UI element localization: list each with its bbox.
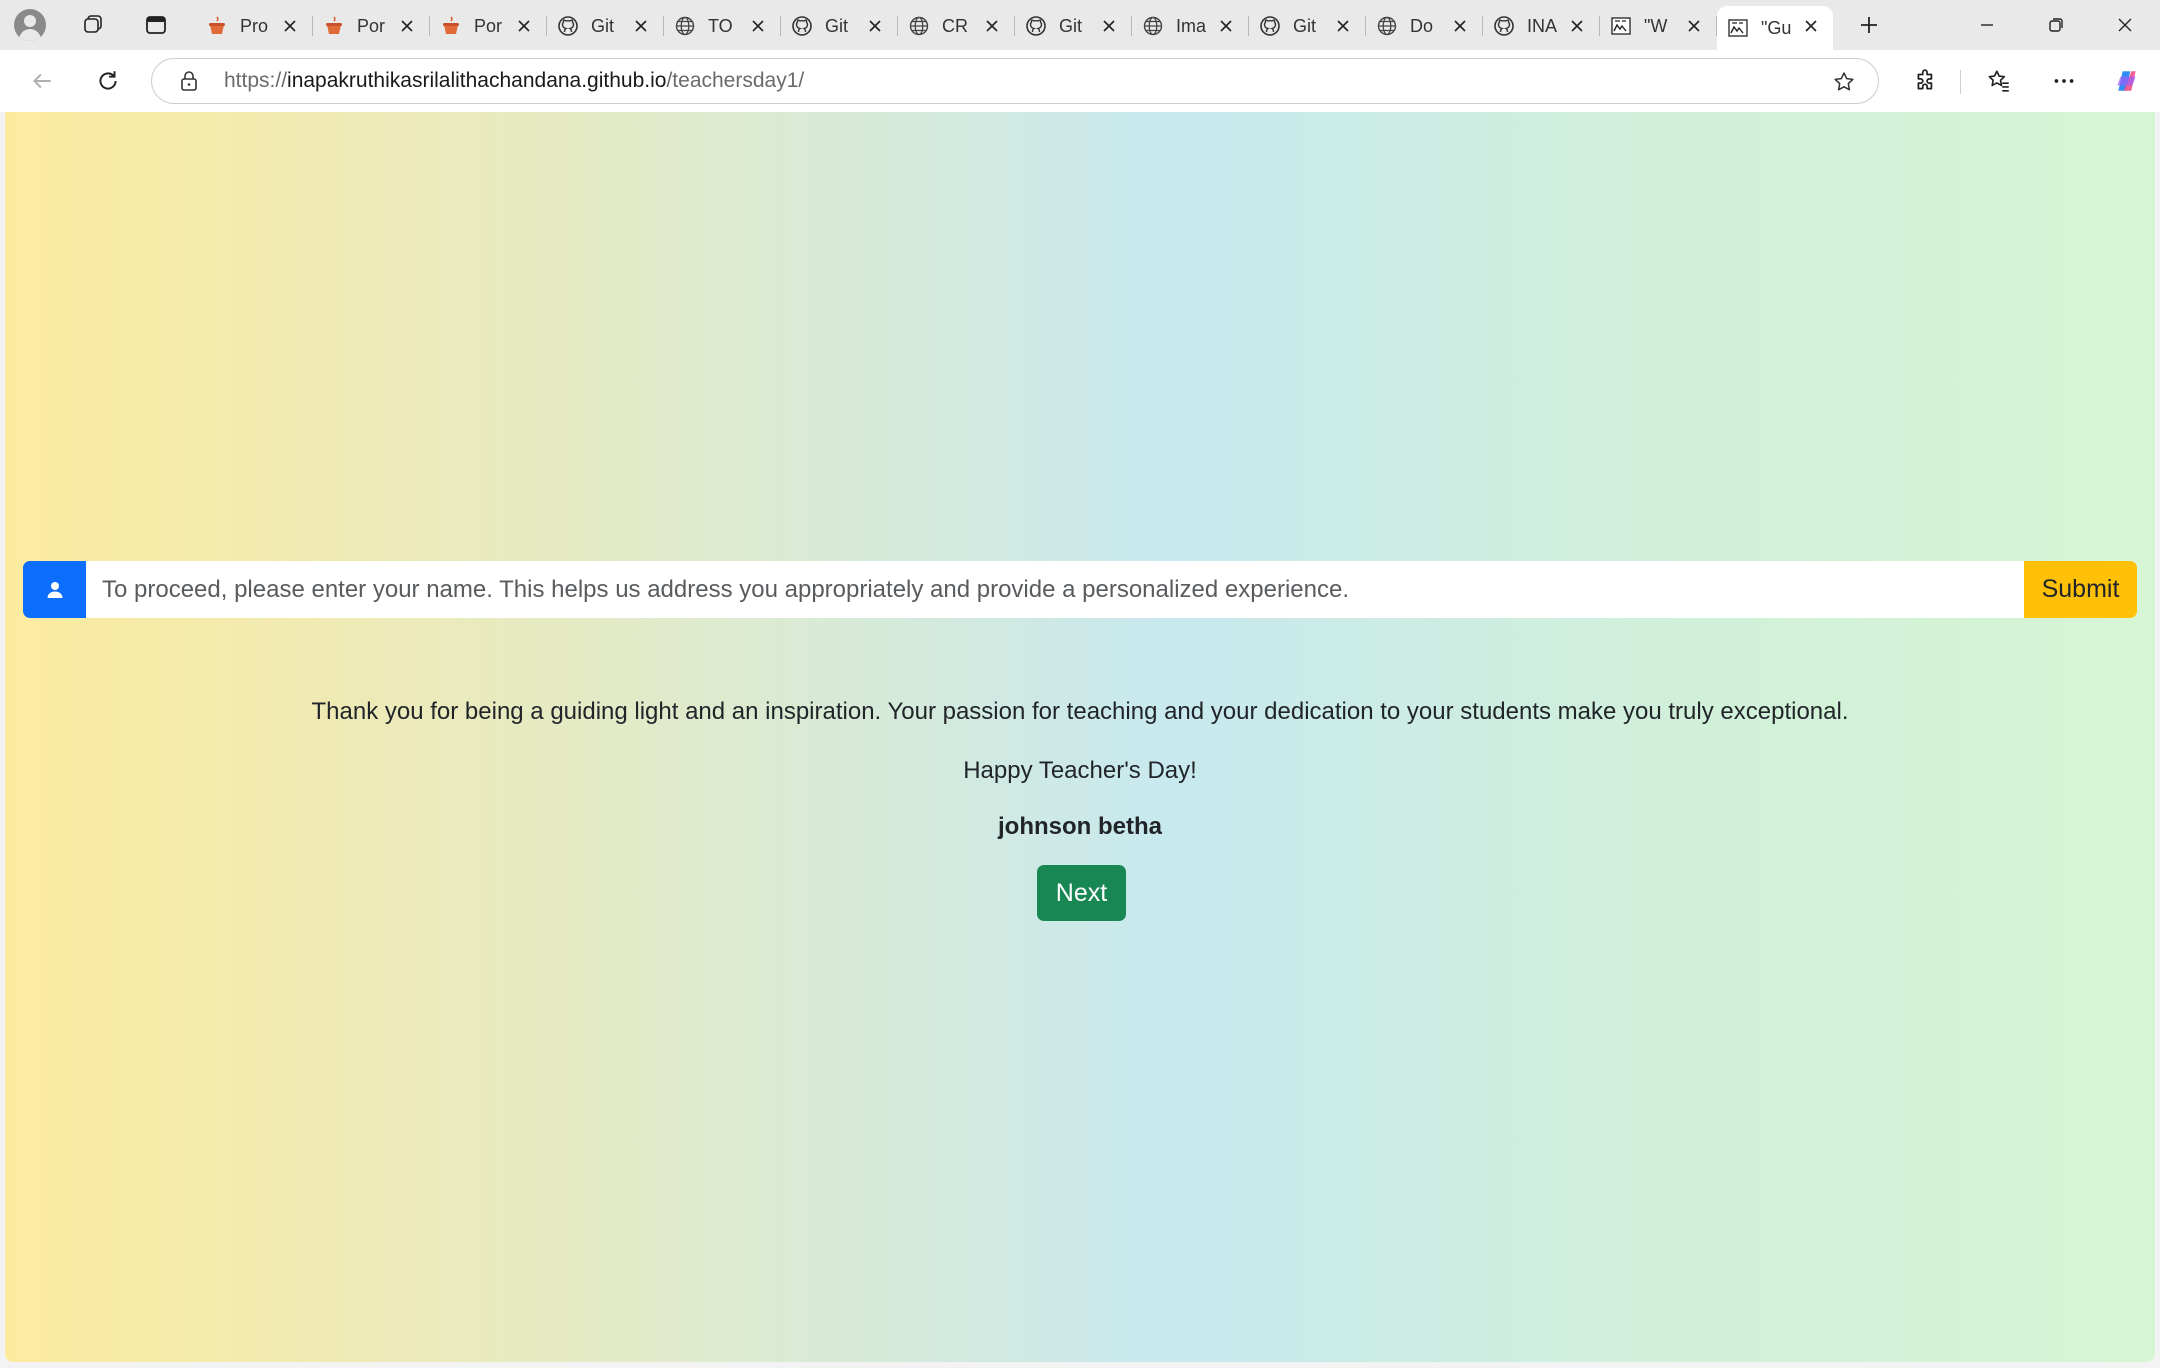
address-bar[interactable]: https://inapakruthikasrilalithachandana.…: [151, 58, 1879, 104]
tab-label: Git: [591, 15, 615, 36]
pot-icon: [323, 15, 345, 37]
browser-tab[interactable]: Git: [781, 6, 898, 46]
globe-icon: [908, 15, 930, 37]
tab-label: Por: [474, 15, 503, 36]
browser-tab[interactable]: Git: [1249, 6, 1366, 46]
thank-you-message: Thank you for being a guiding light and …: [311, 698, 1849, 725]
close-tab-icon[interactable]: [280, 16, 300, 36]
vertical-tabs-icon[interactable]: [141, 10, 171, 40]
close-tab-icon[interactable]: [865, 16, 885, 36]
lock-icon[interactable]: [178, 70, 200, 92]
close-tab-icon[interactable]: [1684, 16, 1704, 36]
teacher-name: johnson betha: [998, 813, 1162, 840]
browser-tab[interactable]: INA: [1483, 6, 1600, 46]
github-icon: [791, 15, 813, 37]
new-tab-button[interactable]: [1854, 10, 1884, 40]
refresh-icon[interactable]: [92, 65, 124, 97]
page-viewport: Submit Thank you for being a guiding lig…: [5, 112, 2155, 1362]
close-tab-icon[interactable]: [748, 16, 768, 36]
tab-list: Pro Por Por Git TO Git CR Git Ima Git Do INA "W "Gu: [196, 6, 1834, 50]
profile-avatar-icon[interactable]: [14, 9, 46, 41]
close-tab-icon[interactable]: [1333, 16, 1353, 36]
url-scheme: https://: [224, 69, 288, 92]
tab-label: Git: [1293, 15, 1317, 36]
workspaces-icon[interactable]: [78, 10, 108, 40]
copilot-icon[interactable]: [2112, 66, 2142, 96]
back-icon[interactable]: [26, 65, 58, 97]
tab-label: CR: [942, 15, 968, 36]
user-icon: [23, 561, 86, 618]
browser-tab[interactable]: CR: [898, 6, 1015, 46]
name-input[interactable]: [86, 561, 2024, 618]
more-menu-icon[interactable]: [2049, 66, 2079, 96]
favorite-star-icon[interactable]: [1832, 70, 1856, 94]
browser-tab[interactable]: "W: [1600, 6, 1717, 46]
restore-icon[interactable]: [2041, 10, 2071, 40]
url-text: https://inapakruthikasrilalithachandana.…: [224, 69, 804, 93]
sketch-icon: [1727, 17, 1749, 39]
browser-tab[interactable]: Por: [430, 6, 547, 46]
tab-label: Por: [357, 15, 386, 36]
globe-icon: [1376, 15, 1398, 37]
github-icon: [1493, 15, 1515, 37]
favorites-icon[interactable]: [1984, 66, 2014, 96]
globe-icon: [1142, 15, 1164, 37]
browser-tab[interactable]: Git: [547, 6, 664, 46]
tab-label: Git: [1059, 15, 1083, 36]
browser-tab[interactable]: TO: [664, 6, 781, 46]
toolbar-divider: [1960, 70, 1961, 94]
close-tab-icon[interactable]: [982, 16, 1002, 36]
close-tab-icon[interactable]: [1216, 16, 1236, 36]
browser-tab[interactable]: Git: [1015, 6, 1132, 46]
message-block: Thank you for being a guiding light and …: [5, 695, 2155, 844]
tab-label: TO: [708, 15, 733, 36]
tab-label: Git: [825, 15, 849, 36]
github-icon: [557, 15, 579, 37]
submit-button[interactable]: Submit: [2024, 561, 2137, 618]
pot-icon: [440, 15, 462, 37]
tab-strip: Pro Por Por Git TO Git CR Git Ima Git Do INA "W "Gu: [0, 0, 2160, 50]
github-icon: [1025, 15, 1047, 37]
close-tab-icon[interactable]: [1567, 16, 1587, 36]
close-tab-icon[interactable]: [1099, 16, 1119, 36]
greeting-text: Happy Teacher's Day!: [963, 757, 1197, 784]
tab-label: "Gu: [1761, 17, 1791, 38]
pot-icon: [206, 15, 228, 37]
github-icon: [1259, 15, 1281, 37]
sketch-icon: [1610, 15, 1632, 37]
close-tab-icon[interactable]: [514, 16, 534, 36]
browser-tab[interactable]: "Gu: [1717, 6, 1833, 50]
close-tab-icon[interactable]: [397, 16, 417, 36]
close-tab-icon[interactable]: [1801, 16, 1821, 36]
tab-label: "W: [1644, 15, 1668, 36]
close-tab-icon[interactable]: [631, 16, 651, 36]
tab-label: Ima: [1176, 15, 1206, 36]
browser-tab[interactable]: Por: [313, 6, 430, 46]
tab-label: INA: [1527, 15, 1557, 36]
browser-toolbar: https://inapakruthikasrilalithachandana.…: [0, 50, 2160, 112]
close-window-icon[interactable]: [2110, 10, 2140, 40]
extensions-icon[interactable]: [1911, 66, 1941, 96]
tab-label: Do: [1410, 15, 1434, 36]
tab-label: Pro: [240, 15, 269, 36]
url-path: /teachersday1/: [666, 69, 805, 92]
name-input-group: Submit: [23, 561, 2137, 618]
browser-tab[interactable]: Ima: [1132, 6, 1249, 46]
url-host: inapakruthikasrilalithachandana.github.i…: [287, 69, 667, 92]
close-tab-icon[interactable]: [1450, 16, 1470, 36]
browser-tab[interactable]: Pro: [196, 6, 313, 46]
minimize-icon[interactable]: [1972, 10, 2002, 40]
browser-tab[interactable]: Do: [1366, 6, 1483, 46]
globe-icon: [674, 15, 696, 37]
next-button[interactable]: Next: [1037, 865, 1126, 921]
